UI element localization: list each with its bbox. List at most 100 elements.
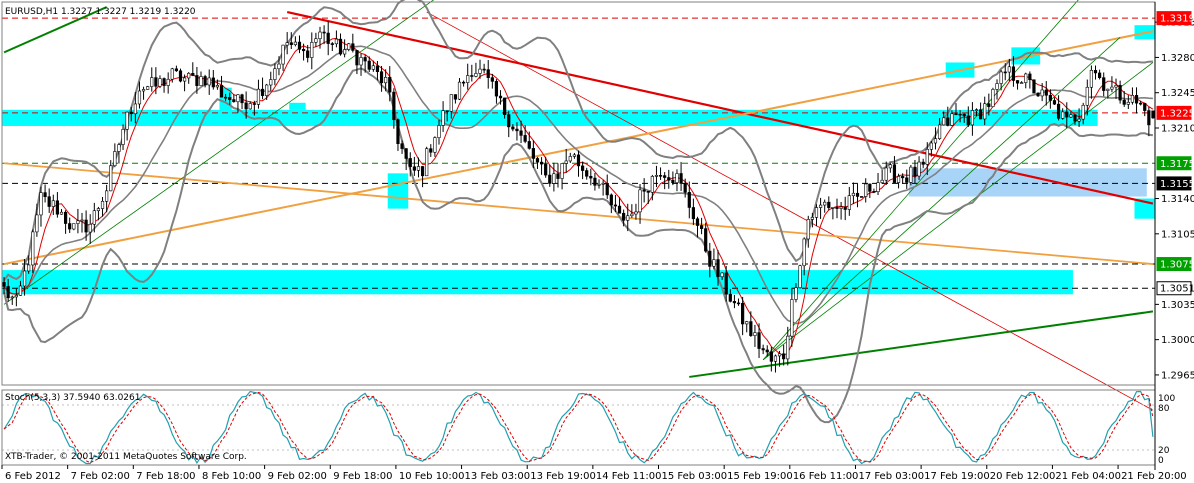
candle-body [942,117,946,126]
candle-body [351,43,355,51]
candle-body [1102,77,1106,91]
candle-body [170,68,174,80]
x-tick-label: 9 Feb 02:00 [268,471,327,482]
candle-body [749,321,753,336]
candle-body [10,296,14,299]
candle-body [195,75,199,86]
candle-body [425,148,429,177]
candle-body [946,117,950,126]
stochastic-label: Stoch(5,3,3) 37.5940 63.0261 [5,393,140,403]
candle-body [1093,70,1098,74]
candle-body [1024,73,1028,83]
candle-body [470,75,474,77]
candle-body [503,97,507,115]
candle-body [494,81,499,97]
candle-body [950,113,954,126]
candle-body [519,130,523,136]
candle-body [363,57,367,62]
candle-body [338,38,343,55]
candle-body [638,189,642,213]
candle-body [568,156,572,162]
candle-body [622,212,626,221]
candle-body [379,71,384,84]
candle-body [773,355,778,362]
candle-body [802,238,806,267]
candle-body [1048,94,1052,101]
candle-body [182,77,187,82]
candle-body [855,192,860,197]
candle-body [80,219,84,222]
zone-rect [387,173,409,209]
zone-rect [908,168,1147,197]
candle-body [293,41,297,45]
candle-body [326,32,330,44]
candle-body [392,91,396,121]
candle-body [970,110,975,126]
candle-body [650,176,654,193]
candle-body [18,285,23,296]
candle-body [979,109,983,120]
candle-body [498,95,503,99]
candle-body [560,163,564,179]
candle-body [1069,114,1073,118]
candle-body [966,115,970,126]
candle-body [453,94,458,100]
x-tick-label: 15 Feb 19:00 [727,471,793,482]
candle-body [564,160,568,164]
candle-body [219,85,224,98]
candle-body [818,204,823,208]
candle-body [420,166,425,177]
candle-body [359,57,363,66]
candle-body [449,94,453,112]
candle-body [667,177,671,181]
candle-body [892,164,897,183]
candle-body [732,301,737,304]
candle-body [121,128,125,145]
candle-body [544,163,548,176]
candle-body [576,154,581,167]
candle-body [974,109,979,111]
candle-body [322,31,326,34]
candle-body [1143,103,1147,111]
candle-body [1089,70,1094,88]
candle-body [909,166,913,183]
candle-body [642,189,646,192]
candle-body [720,272,724,278]
candle-body [601,183,605,185]
candle-body [150,77,154,87]
candle-body [96,208,101,212]
candle-body [654,175,659,177]
candle-body [663,175,667,178]
y-tick-label: 1.3280 [1161,53,1194,64]
candle-body [490,77,494,82]
candle-body [548,174,552,184]
x-tick-label: 20 Feb 12:00 [990,471,1056,482]
candle-body [133,103,137,115]
candle-body [265,84,269,96]
candle-body [318,31,322,40]
candle-body [1110,86,1114,90]
zone-rect [289,102,306,110]
candle-body [76,220,80,224]
x-tick-label: 8 Feb 10:00 [202,471,261,482]
y-tick-label: 1.3105 [1161,229,1194,240]
candle-body [129,111,133,115]
candle-body [917,161,921,177]
candle-body [343,49,347,55]
candle-body [59,211,64,215]
candle-body [72,223,76,230]
candle-body [285,42,289,46]
candle-body [1114,85,1118,88]
candle-body [585,170,589,177]
candle-body [823,201,827,206]
candle-body [933,138,938,144]
candle-body [236,94,240,103]
candle-body [831,206,835,209]
candle-body [100,200,105,209]
candle-body [1015,80,1020,84]
x-tick-label: 6 Feb 2012 [5,471,61,482]
stoch-level-80: 80 [1158,404,1170,414]
candle-body [1077,118,1081,122]
candle-body [1036,92,1040,97]
candle-body [39,192,43,216]
